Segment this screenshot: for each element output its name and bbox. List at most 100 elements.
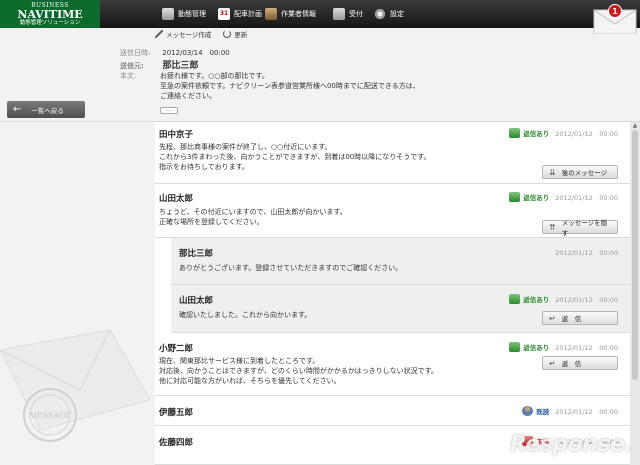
body-row: 本文: お疲れ様です。○○部の那比です。 至急の案件依頼です。ナビクリーン表参道… [120,71,540,100]
nav-item-workers[interactable]: 作業者情報 [265,0,316,28]
refresh-label: 更新 [234,31,248,39]
refresh-icon [223,30,232,38]
nav-item-tracking[interactable]: 動態管理 [162,0,206,28]
sub-toolbar: メッセージ作成 更新 [155,28,590,40]
status-label: 返信あり [523,130,550,138]
message-body: 先程、那比商事様の案件が終了し、○○付近にいます。 これから3件まわった後、向か… [159,142,431,172]
message-status: 既読 2012/01/12 00:00 [522,406,618,416]
message-sender: 田中京子 [159,130,194,140]
watermark: Response. [510,432,633,457]
message-sender: 小野二郎 [159,344,194,354]
message-date: 2012/01/12 00:00 [555,408,618,416]
reply-status: 2012/01/12 00:00 [555,247,618,257]
reply-sender: 那比三郎 [179,249,214,259]
person-icon [522,406,534,416]
reply-button[interactable]: ↵ 返 信 [542,356,618,370]
arrow-left-icon: ← [13,104,22,115]
back-label: 一覧へ戻る [31,106,64,115]
message-line: 現在、関東那比サービス様に到着したところです。 [159,357,320,365]
status-label: 既読 [536,408,550,416]
reply-button[interactable]: ↵ 返 信 [542,311,618,325]
nav-label: 受付 [349,10,363,18]
reply-body: 確認いたしました。これから向かいます。 [179,311,312,319]
reply-item: 那比三郎 ありがとうございます。登録させていただきますのでご確認ください。 20… [171,238,630,285]
button-label: 返 信 [561,315,582,323]
refresh-button[interactable]: 更新 [223,29,247,39]
calendar-icon: 31 [218,8,230,20]
body-line: ご連絡ください。 [160,92,216,100]
compose-label: メッセージ作成 [166,31,212,39]
nav-label: 設定 [390,10,404,18]
nav-label: 作業者情報 [281,10,316,18]
replied-icon [509,294,521,304]
gear-icon [374,8,386,20]
message-item: 小野二郎 現在、関東那比サービス様に到着したところです。 対応後、向かうことはで… [155,333,630,396]
notification-badge[interactable]: 1 [608,4,622,18]
message-line: 対応後、向かうことはできますが、どのくらい時間がかかるかはっきりしない状況です。 [159,367,438,375]
reply-item: 山田太郎 確認いたしました。これから向かいます。 返信あり 2012/01/12… [171,285,630,333]
nav-label: 配車計画 [234,10,262,18]
body-line: お疲れ様です。○○部の那比です。 [160,72,269,80]
decoration-text: MESSAGE [29,411,72,420]
sent-date-value: 2012/03/14 00:00 [162,49,230,57]
message-body: 現在、関東那比サービス様に到着したところです。 対応後、向かうことはできますが、… [159,356,438,386]
body-text: お疲れ様です。○○部の那比です。 至急の案件依頼です。ナビクリーン表参道営業所様… [160,71,420,101]
chevron-down-icon: ⇊ [549,167,556,177]
nav-item-reception[interactable]: 受付 [333,0,363,28]
top-bar: BUSINESS NAVITIME 動態管理ソリューション 動態管理 31 配車… [0,0,640,28]
sent-date-row: 送信日時: 2012/03/14 00:00 [120,48,230,58]
message-line: 他に対応可能な方がいれば、そちらを優先してください。 [159,377,341,385]
inbox-icon [333,8,345,20]
compose-message-button[interactable]: メッセージ作成 [155,29,211,39]
pencil-icon [155,30,163,38]
status-label: 返信あり [523,194,550,202]
replied-icon [509,342,521,352]
status-label: 返信あり [523,344,550,352]
hide-messages-button[interactable]: ⇈ メッセージを隠す [542,219,618,237]
message-body: ちょうど、その付近にいますので、山田太郎が向かいます。 正確な場所を登録してくだ… [159,207,347,227]
app-logo[interactable]: BUSINESS NAVITIME 動態管理ソリューション [0,0,100,28]
nav-item-settings[interactable]: 設定 [374,0,404,28]
message-status: 返信あり 2012/01/12 00:00 [509,128,618,138]
reply-arrow-icon: ↵ [549,358,556,368]
replied-icon [509,192,521,202]
message-line: これから3件まわった後、向かうことができますが、到着は00時以降になりそうです。 [159,153,431,161]
back-to-list-button[interactable]: ← 一覧へ戻る [7,101,85,118]
message-thread: 田中京子 先程、那比商事様の案件が終了し、○○付近にいます。 これから3件まわっ… [155,122,630,465]
scroll-up-icon[interactable]: ▲ [631,122,639,130]
sent-date-key: 送信日時: [120,49,151,57]
message-item: 山田太郎 ちょうど、その付近にいますので、山田太郎が向かいます。 正確な場所を登… [155,184,630,238]
chevron-up-icon: ⇈ [549,222,556,232]
status-label: 返信あり [523,296,550,304]
nav-item-dispatch[interactable]: 31 配車計画 [218,0,262,28]
reply-status: 返信あり 2012/01/12 00:00 [509,294,618,304]
message-date: 2012/01/12 00:00 [555,194,618,202]
reply-date: 2012/01/12 00:00 [555,296,618,304]
message-date: 2012/01/12 00:00 [555,344,618,352]
worker-icon [265,8,277,20]
nav-label: 動態管理 [178,10,206,18]
message-date: 2012/01/12 00:00 [555,130,618,138]
message-line: 先程、那比商事様の案件が終了し、○○付近にいます。 [159,143,332,151]
message-sender: 伊藤五郎 [159,408,194,418]
message-item[interactable]: 伊藤五郎 既読 2012/01/12 00:00 [155,396,630,426]
envelope-decoration: MESSAGE [0,330,151,442]
message-sender: 山田太郎 [159,194,194,204]
expand-body-button[interactable]: … [160,107,178,114]
later-messages-button[interactable]: ⇊ 後のメッセージ [542,165,618,179]
message-line: 正確な場所を登録してください。 [159,218,264,226]
logo-line2: NAVITIME [17,8,83,21]
replied-icon [509,128,521,138]
sender-row: 送信元: 那比三郎 [120,58,198,71]
message-line: ちょうど、その付近にいますので、山田太郎が向かいます。 [159,208,347,216]
button-label: メッセージを隠す [561,219,608,237]
reply-body: ありがとうございます。登録させていただきますのでご確認ください。 [179,264,403,272]
reply-arrow-icon: ↵ [549,313,556,323]
reply-date: 2012/01/12 00:00 [555,249,618,257]
message-header: 送信日時: 2012/03/14 00:00 送信元: 那比三郎 本文: お疲れ… [0,40,640,122]
sender-key: 送信元: [120,62,144,70]
message-status: 返信あり 2012/01/12 00:00 [509,192,618,202]
scrollbar-thumb[interactable] [632,130,638,380]
logo-line3: 動態管理ソリューション [19,20,81,26]
sender-value: 那比三郎 [162,61,199,71]
